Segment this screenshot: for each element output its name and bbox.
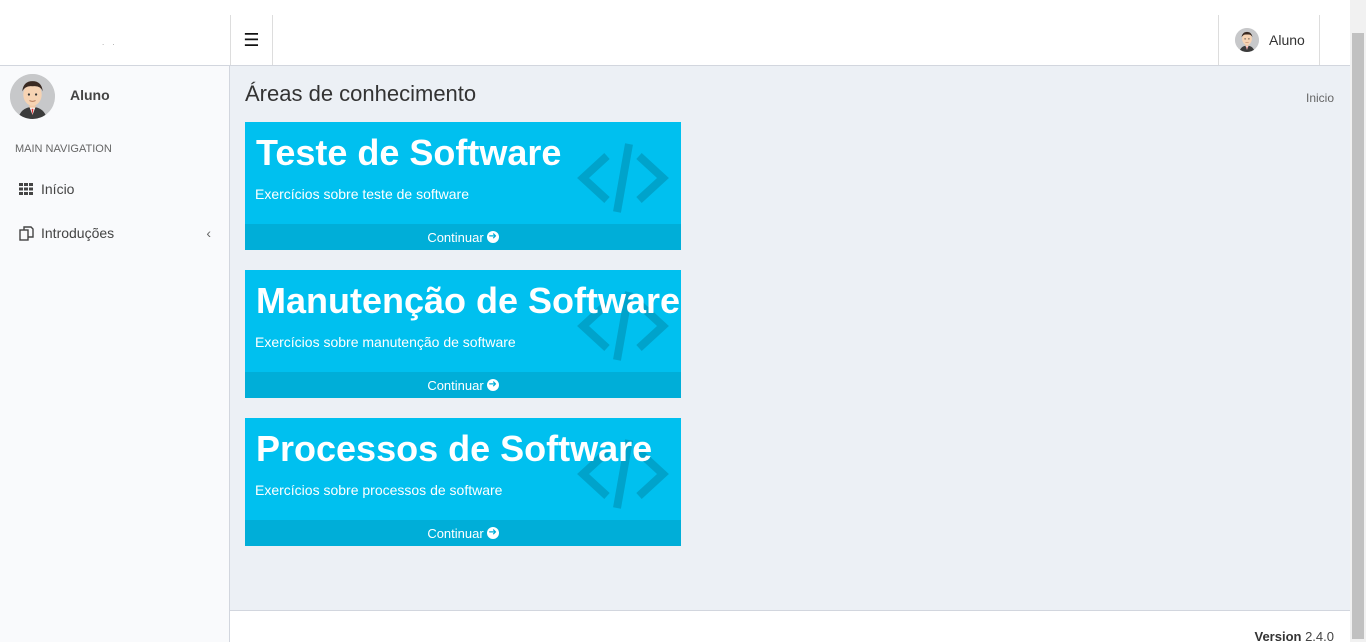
top-navbar: . . ☰ Aluno — [0, 0, 1350, 66]
breadcrumb-item[interactable]: Inicio — [1306, 91, 1334, 105]
user-panel: Aluno — [10, 74, 110, 124]
user-menu-name: Aluno — [1269, 32, 1305, 48]
page-title: Áreas de conhecimento — [245, 81, 477, 106]
sidebar-user-name: Aluno — [70, 87, 110, 103]
hamburger-icon: ☰ — [243, 29, 260, 50]
card-title: Processos de Software — [256, 428, 653, 469]
arrow-circle-right-icon: ➜ — [486, 231, 499, 243]
continue-label: Continuar — [427, 377, 484, 393]
continue-label: Continuar — [427, 525, 484, 541]
card-subtitle: Exercícios sobre manutenção de software — [255, 334, 516, 350]
card-subtitle: Exercícios sobre teste de software — [255, 186, 469, 202]
sidebar-toggle-button[interactable]: ☰ — [230, 15, 273, 65]
card-title: Manutenção de Software — [256, 280, 681, 321]
breadcrumb[interactable]: Inicio — [1306, 91, 1334, 105]
sidebar-item-inicio[interactable]: Início — [0, 169, 229, 209]
user-menu-button[interactable]: Aluno — [1218, 15, 1320, 65]
version-text: Version 2.4.0 — [1254, 629, 1334, 642]
avatar — [1235, 28, 1259, 52]
sidebar-item-label: Início — [41, 181, 75, 197]
brand-logo[interactable]: . . — [0, 0, 230, 66]
sidebar: Aluno MAIN NAVIGATION Início Introduções… — [0, 66, 230, 642]
scrollbar-thumb[interactable] — [1352, 33, 1364, 639]
grid-icon — [18, 181, 34, 197]
knowledge-area-card: Teste de Software Exercícios sobre teste… — [245, 122, 681, 250]
continue-link[interactable]: Continuar ➜ — [245, 372, 681, 398]
arrow-circle-right-icon: ➜ — [486, 527, 499, 539]
copy-icon — [18, 225, 34, 241]
page-scrollbar[interactable] — [1350, 0, 1366, 642]
brand-text: . . — [102, 38, 118, 47]
chevron-left-icon: ‹ — [206, 225, 211, 241]
continue-link[interactable]: Continuar ➜ — [245, 224, 681, 250]
sidebar-item-introducoes[interactable]: Introduções ‹ — [0, 213, 229, 253]
nav-header: MAIN NAVIGATION — [15, 143, 112, 155]
arrow-circle-right-icon: ➜ — [486, 379, 499, 391]
version-label: Version — [1254, 629, 1302, 642]
code-icon — [577, 143, 669, 213]
avatar — [10, 74, 55, 119]
continue-link[interactable]: Continuar ➜ — [245, 520, 681, 546]
continue-label: Continuar — [427, 229, 484, 245]
card-subtitle: Exercícios sobre processos de software — [255, 482, 503, 498]
version-number: 2.4.0 — [1305, 629, 1334, 642]
knowledge-area-card: Processos de Software Exercícios sobre p… — [245, 418, 681, 546]
card-title: Teste de Software — [256, 132, 562, 173]
sidebar-item-label: Introduções — [41, 225, 115, 241]
knowledge-area-card: Manutenção de Software Exercícios sobre … — [245, 270, 681, 398]
page-footer: Version 2.4.0 — [230, 610, 1350, 642]
